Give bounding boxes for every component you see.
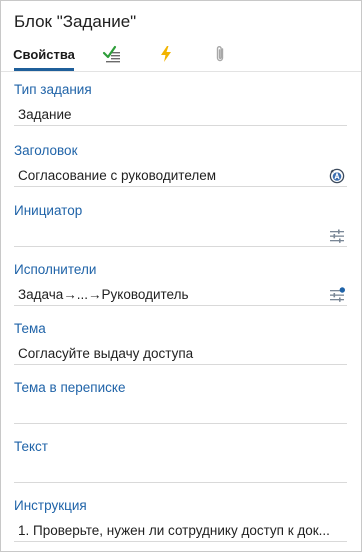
field-thread-topic: Тема в переписке	[14, 379, 347, 424]
performers-input[interactable]: Задача→...→Руководитель	[14, 286, 347, 306]
topic-input[interactable]: Согласуйте выдачу доступа	[14, 345, 347, 365]
settings-sliders-dot-icon[interactable]	[329, 287, 345, 303]
field-text: Текст	[14, 438, 347, 483]
subject-input[interactable]: Согласование с руководителем	[14, 167, 347, 187]
initiator-input[interactable]	[14, 227, 347, 247]
lightning-icon	[161, 46, 171, 62]
field-topic: Тема Согласуйте выдачу доступа	[14, 320, 347, 365]
field-initiator: Инициатор	[14, 202, 347, 247]
task-block-panel: Блок "Задание" Свойства Тип задания Зада…	[0, 0, 362, 552]
task-type-input[interactable]: Задание	[14, 106, 347, 126]
task-type-value: Задание	[18, 107, 72, 122]
initiator-label: Инициатор	[14, 203, 83, 218]
thread-topic-input[interactable]	[14, 404, 347, 424]
field-task-type: Тип задания Задание	[14, 81, 347, 126]
thread-topic-label: Тема в переписке	[14, 380, 126, 395]
field-subject: Заголовок Согласование с руководителем	[14, 142, 347, 187]
panel-title: Блок "Задание"	[14, 12, 137, 31]
settings-sliders-icon[interactable]	[329, 228, 345, 244]
instruction-label: Инструкция	[14, 498, 87, 513]
paperclip-icon	[216, 46, 224, 62]
topic-label: Тема	[14, 321, 46, 336]
performers-value: Задача→...→Руководитель	[18, 287, 189, 302]
tab-bar: Свойства	[1, 37, 361, 71]
text-input[interactable]	[14, 463, 347, 483]
topic-value: Согласуйте выдачу доступа	[18, 346, 194, 361]
text-label: Текст	[14, 439, 48, 454]
instruction-input[interactable]: 1. Проверьте, нужен ли сотруднику доступ…	[14, 522, 347, 542]
instruction-value: 1. Проверьте, нужен ли сотруднику доступ…	[18, 523, 330, 538]
tab-events[interactable]	[155, 37, 177, 71]
subject-label: Заголовок	[14, 143, 78, 158]
tab-attachments[interactable]	[209, 37, 231, 71]
performers-label: Исполнители	[14, 262, 97, 277]
tab-checklist[interactable]	[101, 37, 123, 71]
field-instruction: Инструкция 1. Проверьте, нужен ли сотруд…	[14, 497, 347, 542]
checklist-icon	[102, 45, 120, 63]
tab-properties-label: Свойства	[13, 46, 75, 62]
subject-value: Согласование с руководителем	[18, 168, 217, 183]
tab-properties[interactable]: Свойства	[13, 37, 75, 71]
field-performers: Исполнители Задача→...→Руководитель	[14, 261, 347, 306]
tabs-divider	[1, 71, 361, 72]
task-type-label: Тип задания	[14, 82, 92, 97]
auto-expression-icon[interactable]	[329, 168, 345, 184]
